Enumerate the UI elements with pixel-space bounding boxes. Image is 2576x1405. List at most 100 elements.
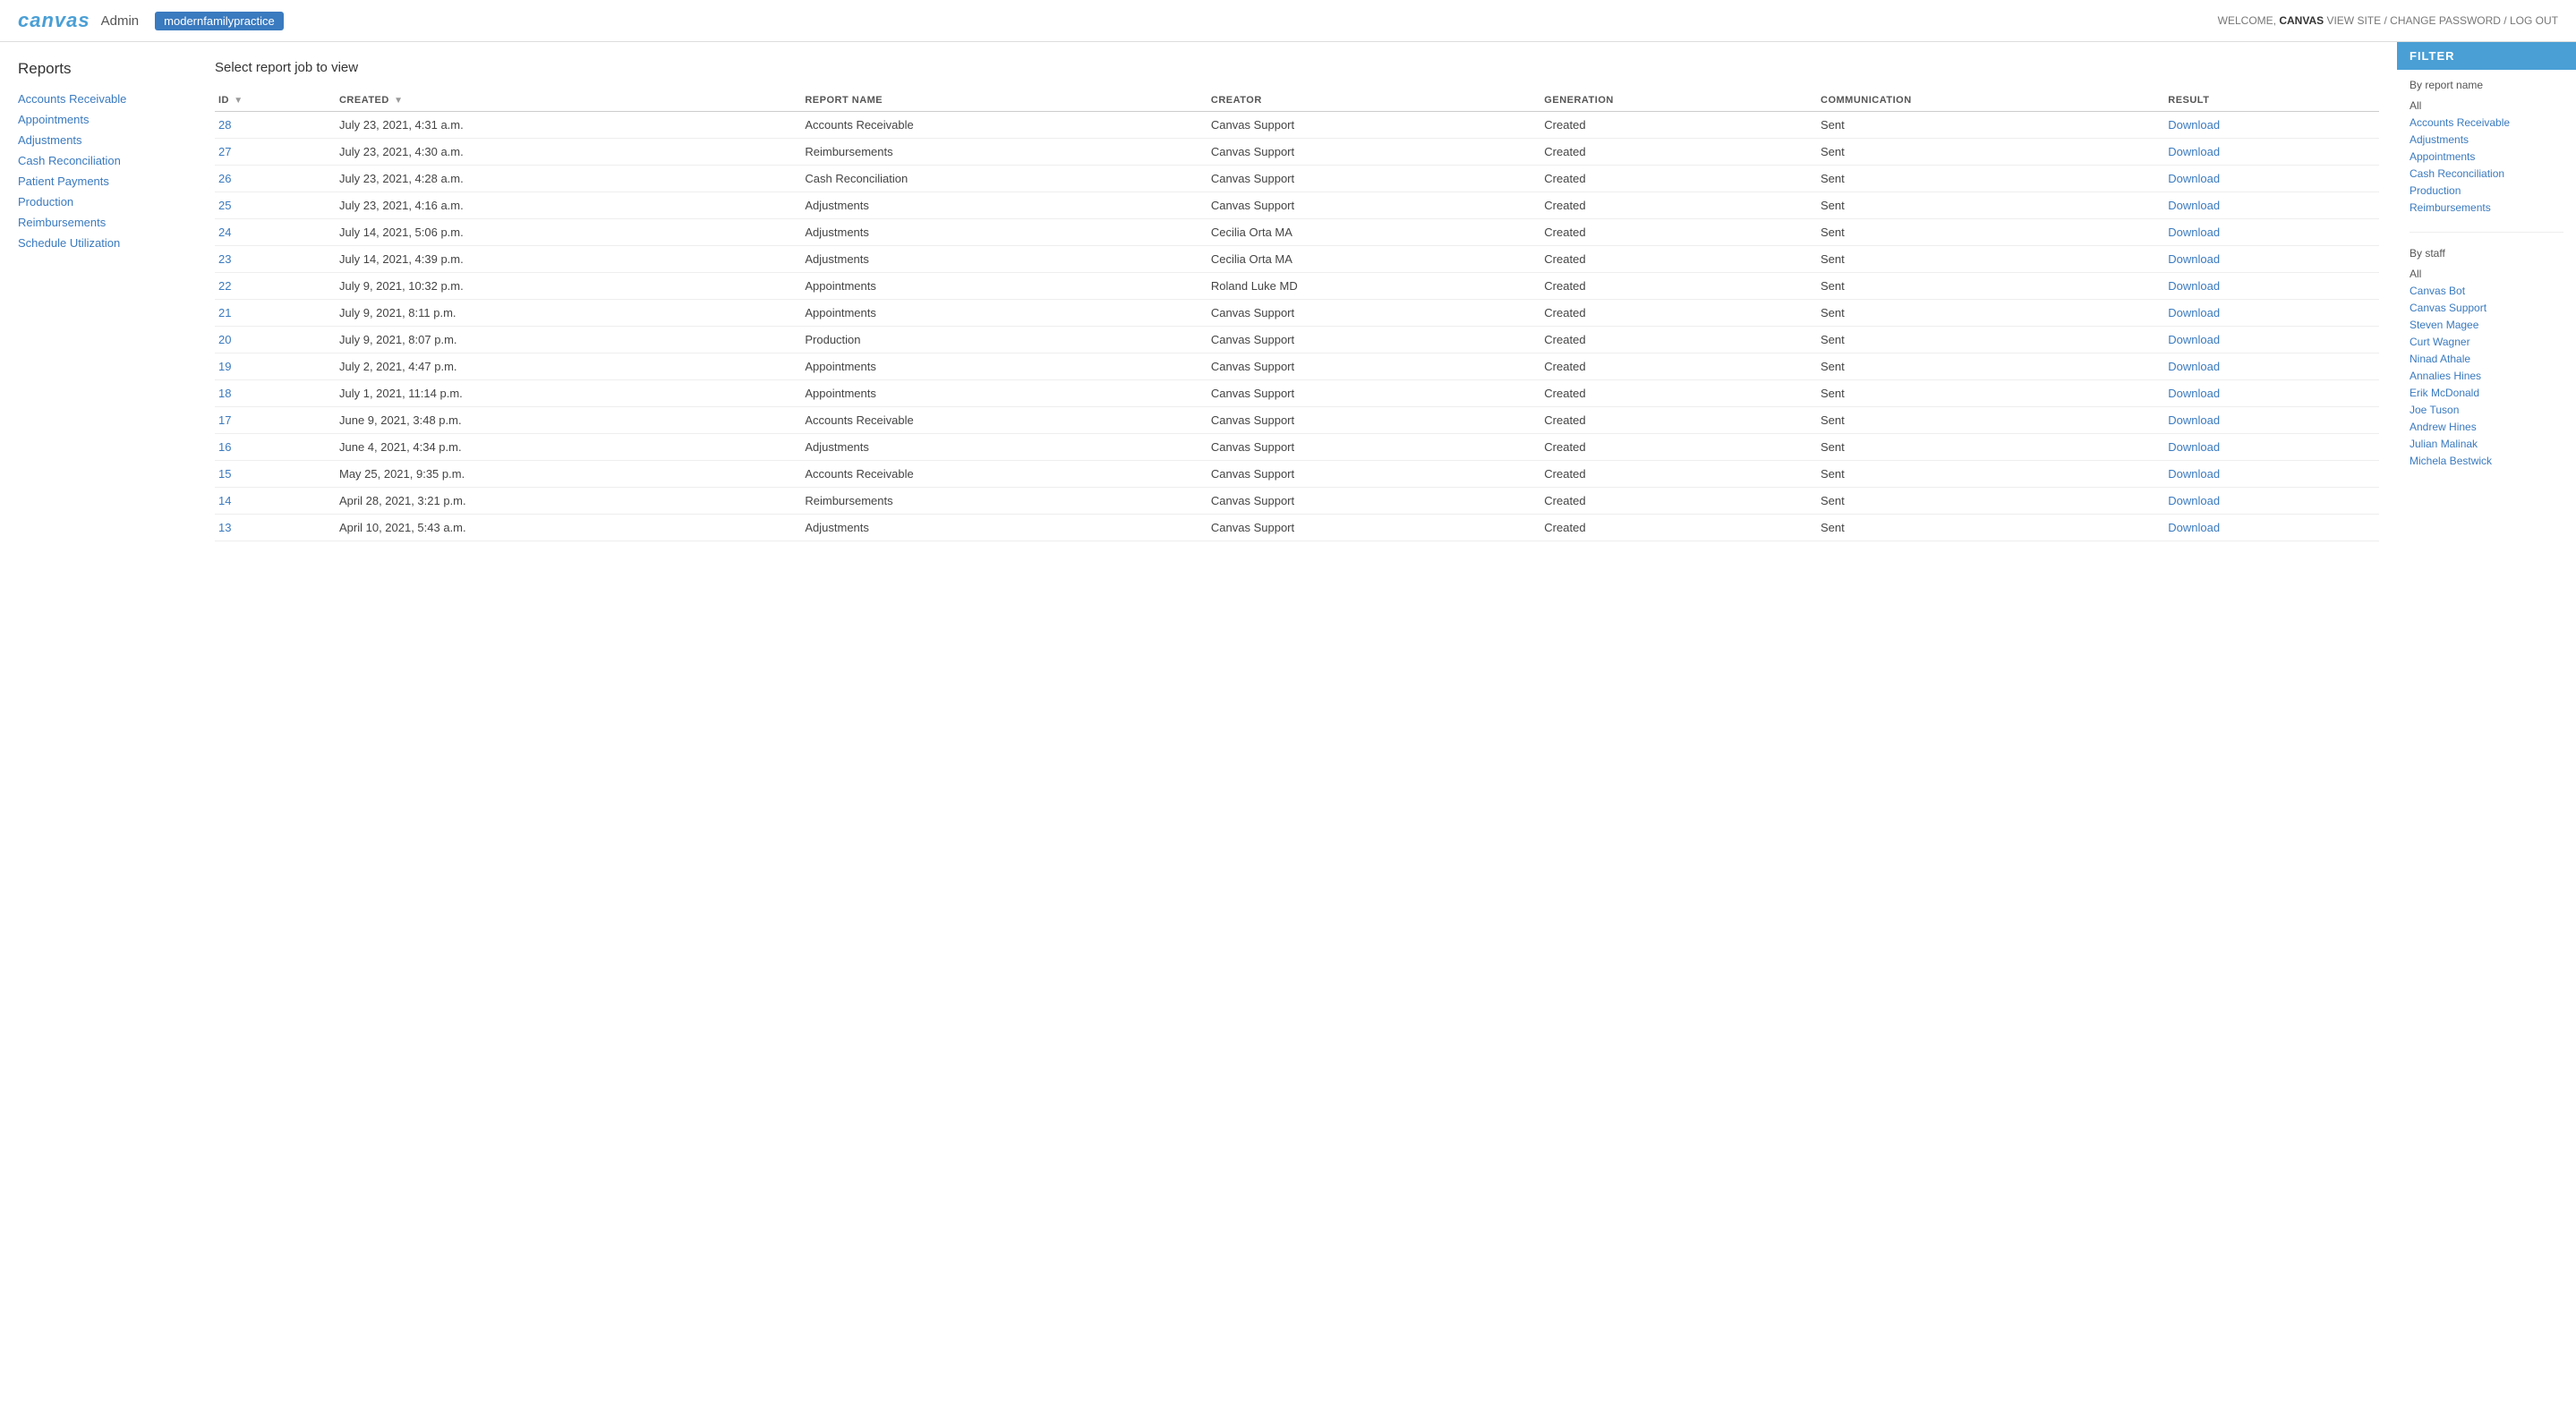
filter-report-item: Adjustments bbox=[2410, 132, 2563, 146]
table-row[interactable]: 28July 23, 2021, 4:31 a.m.Accounts Recei… bbox=[215, 112, 2379, 139]
table-row[interactable]: 15May 25, 2021, 9:35 p.m.Accounts Receiv… bbox=[215, 461, 2379, 488]
cell-id: 22 bbox=[215, 273, 332, 300]
sidebar-nav-link[interactable]: Reimbursements bbox=[18, 216, 106, 229]
filter-report-name-title: By report name bbox=[2410, 79, 2563, 91]
table-row[interactable]: 17June 9, 2021, 3:48 p.m.Accounts Receiv… bbox=[215, 407, 2379, 434]
filter-report-link[interactable]: Cash Reconciliation bbox=[2410, 167, 2504, 180]
table-row[interactable]: 27July 23, 2021, 4:30 a.m.Reimbursements… bbox=[215, 139, 2379, 166]
cell-communication: Sent bbox=[1813, 327, 2161, 353]
download-link[interactable]: Download bbox=[2168, 118, 2220, 132]
table-row[interactable]: 21July 9, 2021, 8:11 p.m.AppointmentsCan… bbox=[215, 300, 2379, 327]
filter-report-link[interactable]: Production bbox=[2410, 184, 2461, 197]
cell-communication: Sent bbox=[1813, 380, 2161, 407]
cell-id: 21 bbox=[215, 300, 332, 327]
download-link[interactable]: Download bbox=[2168, 521, 2220, 534]
filter-staff-link[interactable]: All bbox=[2410, 268, 2421, 280]
cell-report_name: Cash Reconciliation bbox=[798, 166, 1204, 192]
cell-result: Download bbox=[2161, 246, 2379, 273]
filter-report-link[interactable]: Appointments bbox=[2410, 150, 2475, 163]
table-row[interactable]: 16June 4, 2021, 4:34 p.m.AdjustmentsCanv… bbox=[215, 434, 2379, 461]
sort-arrow-id: ▼ bbox=[231, 96, 243, 106]
sidebar-nav-link[interactable]: Adjustments bbox=[18, 133, 82, 147]
download-link[interactable]: Download bbox=[2168, 413, 2220, 427]
table-row[interactable]: 24July 14, 2021, 5:06 p.m.AdjustmentsCec… bbox=[215, 219, 2379, 246]
report-table: ID ▼CREATED ▼REPORT NAMECREATORGENERATIO… bbox=[215, 89, 2379, 541]
cell-result: Download bbox=[2161, 407, 2379, 434]
filter-staff-link[interactable]: Canvas Support bbox=[2410, 302, 2486, 314]
download-link[interactable]: Download bbox=[2168, 440, 2220, 454]
download-link[interactable]: Download bbox=[2168, 199, 2220, 212]
table-row[interactable]: 19July 2, 2021, 4:47 p.m.AppointmentsCan… bbox=[215, 353, 2379, 380]
sidebar-nav: Accounts Receivable Appointments Adjustmen… bbox=[18, 92, 179, 250]
cell-generation: Created bbox=[1537, 300, 1813, 327]
filter-header: FILTER bbox=[2397, 42, 2576, 70]
filter-report-item: Production bbox=[2410, 183, 2563, 197]
cell-result: Download bbox=[2161, 380, 2379, 407]
download-link[interactable]: Download bbox=[2168, 279, 2220, 293]
sidebar-nav-item: Cash Reconciliation bbox=[18, 154, 179, 167]
download-link[interactable]: Download bbox=[2168, 306, 2220, 319]
cell-generation: Created bbox=[1537, 407, 1813, 434]
cell-generation: Created bbox=[1537, 515, 1813, 541]
filter-staff-link[interactable]: Ninad Athale bbox=[2410, 353, 2470, 365]
log-out-link[interactable]: LOG OUT bbox=[2510, 14, 2558, 27]
change-password-link[interactable]: CHANGE PASSWORD bbox=[2390, 14, 2501, 27]
download-link[interactable]: Download bbox=[2168, 226, 2220, 239]
download-link[interactable]: Download bbox=[2168, 360, 2220, 373]
cell-communication: Sent bbox=[1813, 461, 2161, 488]
filter-report-item: Appointments bbox=[2410, 149, 2563, 163]
filter-staff-link[interactable]: Steven Magee bbox=[2410, 319, 2478, 331]
filter-staff-link[interactable]: Canvas Bot bbox=[2410, 285, 2465, 297]
sidebar-nav-link[interactable]: Patient Payments bbox=[18, 175, 109, 188]
filter-staff-link[interactable]: Joe Tuson bbox=[2410, 404, 2459, 416]
filter-staff-item: Curt Wagner bbox=[2410, 335, 2563, 348]
table-row[interactable]: 14April 28, 2021, 3:21 p.m.Reimbursement… bbox=[215, 488, 2379, 515]
filter-report-link[interactable]: Accounts Receivable bbox=[2410, 116, 2510, 129]
cell-creator: Canvas Support bbox=[1204, 112, 1537, 139]
cell-report_name: Appointments bbox=[798, 380, 1204, 407]
filter-report-link[interactable]: Adjustments bbox=[2410, 133, 2469, 146]
download-link[interactable]: Download bbox=[2168, 494, 2220, 507]
table-row[interactable]: 26July 23, 2021, 4:28 a.m.Cash Reconcili… bbox=[215, 166, 2379, 192]
view-site-link[interactable]: VIEW SITE bbox=[2326, 14, 2381, 27]
cell-report_name: Adjustments bbox=[798, 246, 1204, 273]
sidebar-nav-link[interactable]: Production bbox=[18, 195, 73, 209]
table-row[interactable]: 20July 9, 2021, 8:07 p.m.ProductionCanva… bbox=[215, 327, 2379, 353]
table-col-id[interactable]: ID ▼ bbox=[215, 89, 332, 112]
sidebar-nav-link[interactable]: Schedule Utilization bbox=[18, 236, 120, 250]
org-badge[interactable]: modernfamilypractice bbox=[155, 12, 284, 30]
sidebar-nav-link[interactable]: Cash Reconciliation bbox=[18, 154, 121, 167]
table-row[interactable]: 13April 10, 2021, 5:43 a.m.AdjustmentsCa… bbox=[215, 515, 2379, 541]
download-link[interactable]: Download bbox=[2168, 252, 2220, 266]
table-row[interactable]: 22July 9, 2021, 10:32 p.m.AppointmentsRo… bbox=[215, 273, 2379, 300]
filter-staff-link[interactable]: Erik McDonald bbox=[2410, 387, 2479, 399]
cell-report_name: Adjustments bbox=[798, 515, 1204, 541]
sidebar-nav-item: Appointments bbox=[18, 113, 179, 126]
filter-report-link[interactable]: Reimbursements bbox=[2410, 201, 2491, 214]
cell-creator: Canvas Support bbox=[1204, 515, 1537, 541]
sidebar-nav-link[interactable]: Appointments bbox=[18, 113, 90, 126]
cell-generation: Created bbox=[1537, 488, 1813, 515]
download-link[interactable]: Download bbox=[2168, 387, 2220, 400]
cell-creator: Cecilia Orta MA bbox=[1204, 246, 1537, 273]
cell-result: Download bbox=[2161, 112, 2379, 139]
download-link[interactable]: Download bbox=[2168, 145, 2220, 158]
download-link[interactable]: Download bbox=[2168, 467, 2220, 481]
table-col-created[interactable]: CREATED ▼ bbox=[332, 89, 798, 112]
table-row[interactable]: 25July 23, 2021, 4:16 a.m.AdjustmentsCan… bbox=[215, 192, 2379, 219]
download-link[interactable]: Download bbox=[2168, 333, 2220, 346]
filter-staff-link[interactable]: Michela Bestwick bbox=[2410, 455, 2492, 467]
filter-staff-item: Steven Magee bbox=[2410, 318, 2563, 331]
table-row[interactable]: 23July 14, 2021, 4:39 p.m.AdjustmentsCec… bbox=[215, 246, 2379, 273]
filter-staff-link[interactable]: Andrew Hines bbox=[2410, 421, 2477, 433]
table-row[interactable]: 18July 1, 2021, 11:14 p.m.AppointmentsCa… bbox=[215, 380, 2379, 407]
filter-report-link[interactable]: All bbox=[2410, 99, 2421, 112]
filter-staff-link[interactable]: Annalies Hines bbox=[2410, 370, 2481, 382]
filter-staff-link[interactable]: Julian Malinak bbox=[2410, 438, 2478, 450]
download-link[interactable]: Download bbox=[2168, 172, 2220, 185]
filter-staff-link[interactable]: Curt Wagner bbox=[2410, 336, 2470, 348]
cell-communication: Sent bbox=[1813, 139, 2161, 166]
sidebar-nav-link[interactable]: Accounts Receivable bbox=[18, 92, 126, 106]
filter-staff-item: Annalies Hines bbox=[2410, 369, 2563, 382]
cell-creator: Cecilia Orta MA bbox=[1204, 219, 1537, 246]
